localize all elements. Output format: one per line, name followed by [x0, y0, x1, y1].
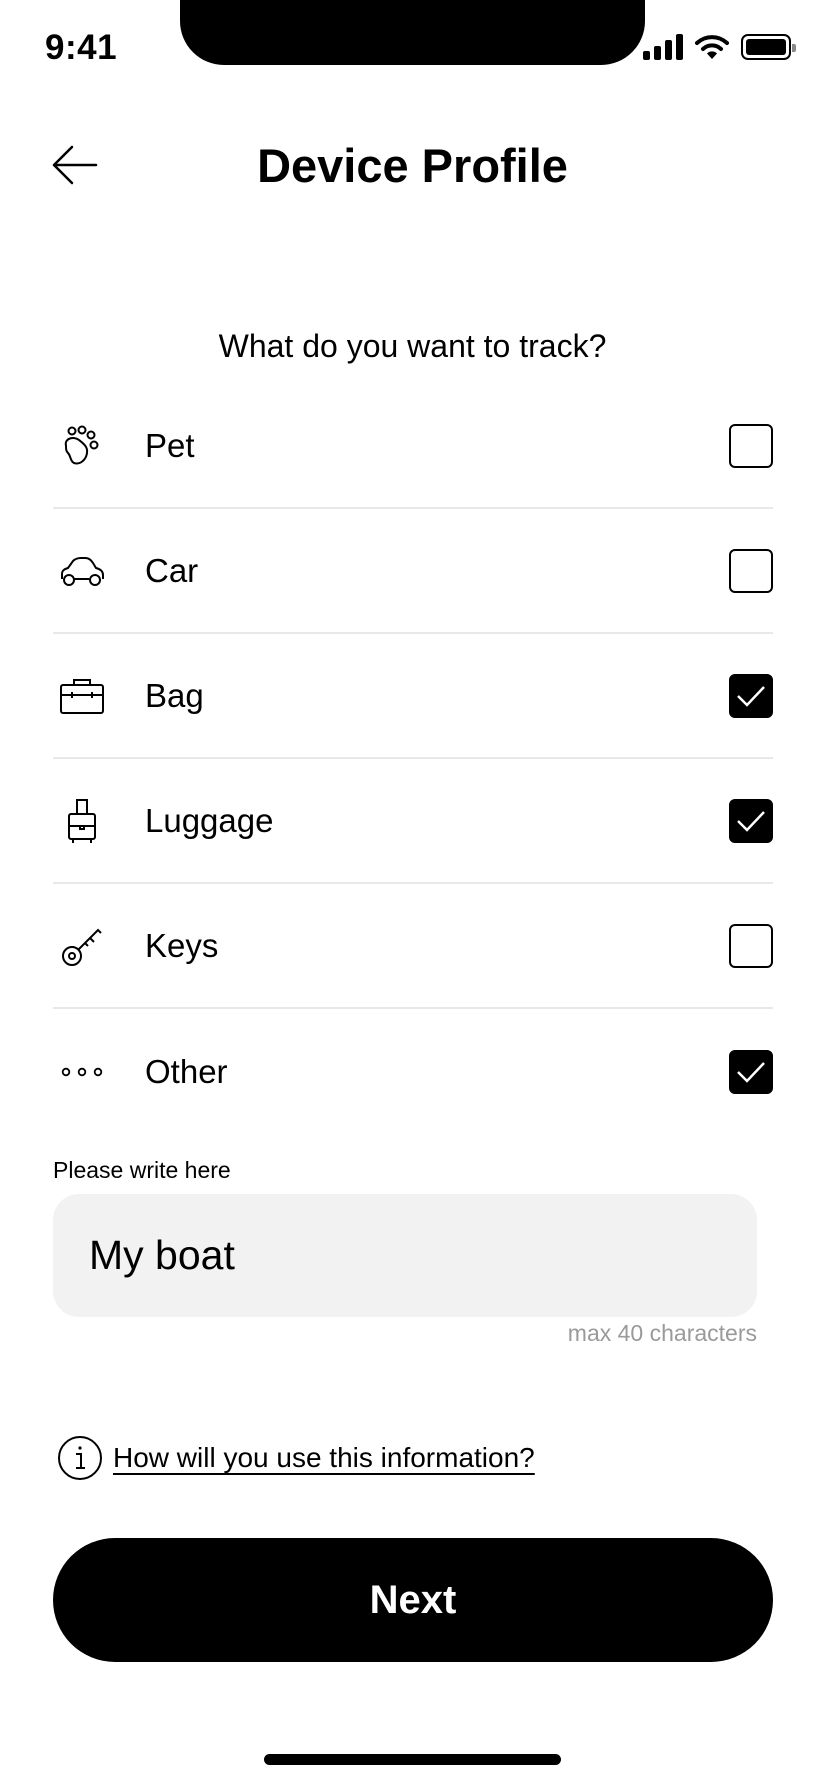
track-options-list: Pet Car Bag Luggage Keys Other [53, 384, 773, 1134]
info-link[interactable]: How will you use this information? [113, 1442, 535, 1474]
other-field-label: Please write here [53, 1157, 231, 1183]
option-luggage[interactable]: Luggage [53, 759, 773, 884]
checkmark-icon [737, 1061, 765, 1083]
status-icons [643, 34, 796, 60]
wifi-icon [695, 35, 729, 59]
checkbox[interactable] [729, 423, 773, 468]
car-icon [57, 546, 107, 596]
next-button[interactable]: Next [53, 1538, 773, 1662]
page-title: Device Profile [257, 139, 568, 192]
more-dots-icon [57, 1047, 107, 1097]
key-icon [57, 921, 107, 971]
battery-icon [741, 34, 796, 60]
option-other[interactable]: Other [53, 1009, 773, 1134]
luggage-icon [57, 796, 107, 846]
option-label: Bag [145, 676, 204, 714]
home-indicator [264, 1754, 561, 1765]
info-link-row[interactable]: How will you use this information? [57, 1435, 535, 1481]
option-label: Car [145, 551, 199, 589]
cellular-signal-icon [643, 34, 683, 60]
checkbox[interactable] [729, 1049, 773, 1094]
other-text-field[interactable]: My boat [53, 1194, 757, 1317]
checkbox[interactable] [729, 673, 773, 718]
option-bag[interactable]: Bag [53, 634, 773, 759]
option-pet[interactable]: Pet [53, 384, 773, 509]
paw-icon [57, 421, 107, 471]
checkbox[interactable] [729, 923, 773, 968]
option-car[interactable]: Car [53, 509, 773, 634]
option-keys[interactable]: Keys [53, 884, 773, 1009]
option-label: Other [145, 1052, 228, 1090]
status-time: 9:41 [45, 28, 118, 67]
device-notch [180, 0, 645, 65]
option-label: Pet [145, 426, 195, 464]
checkbox[interactable] [729, 798, 773, 843]
option-label: Luggage [145, 801, 274, 839]
option-label: Keys [145, 926, 219, 964]
checkbox[interactable] [729, 548, 773, 593]
briefcase-icon [57, 671, 107, 721]
info-icon [58, 1436, 102, 1480]
character-limit-hint: max 40 characters [567, 1320, 757, 1346]
track-question: What do you want to track? [218, 328, 607, 364]
checkmark-icon [737, 685, 765, 707]
checkmark-icon [737, 810, 765, 832]
